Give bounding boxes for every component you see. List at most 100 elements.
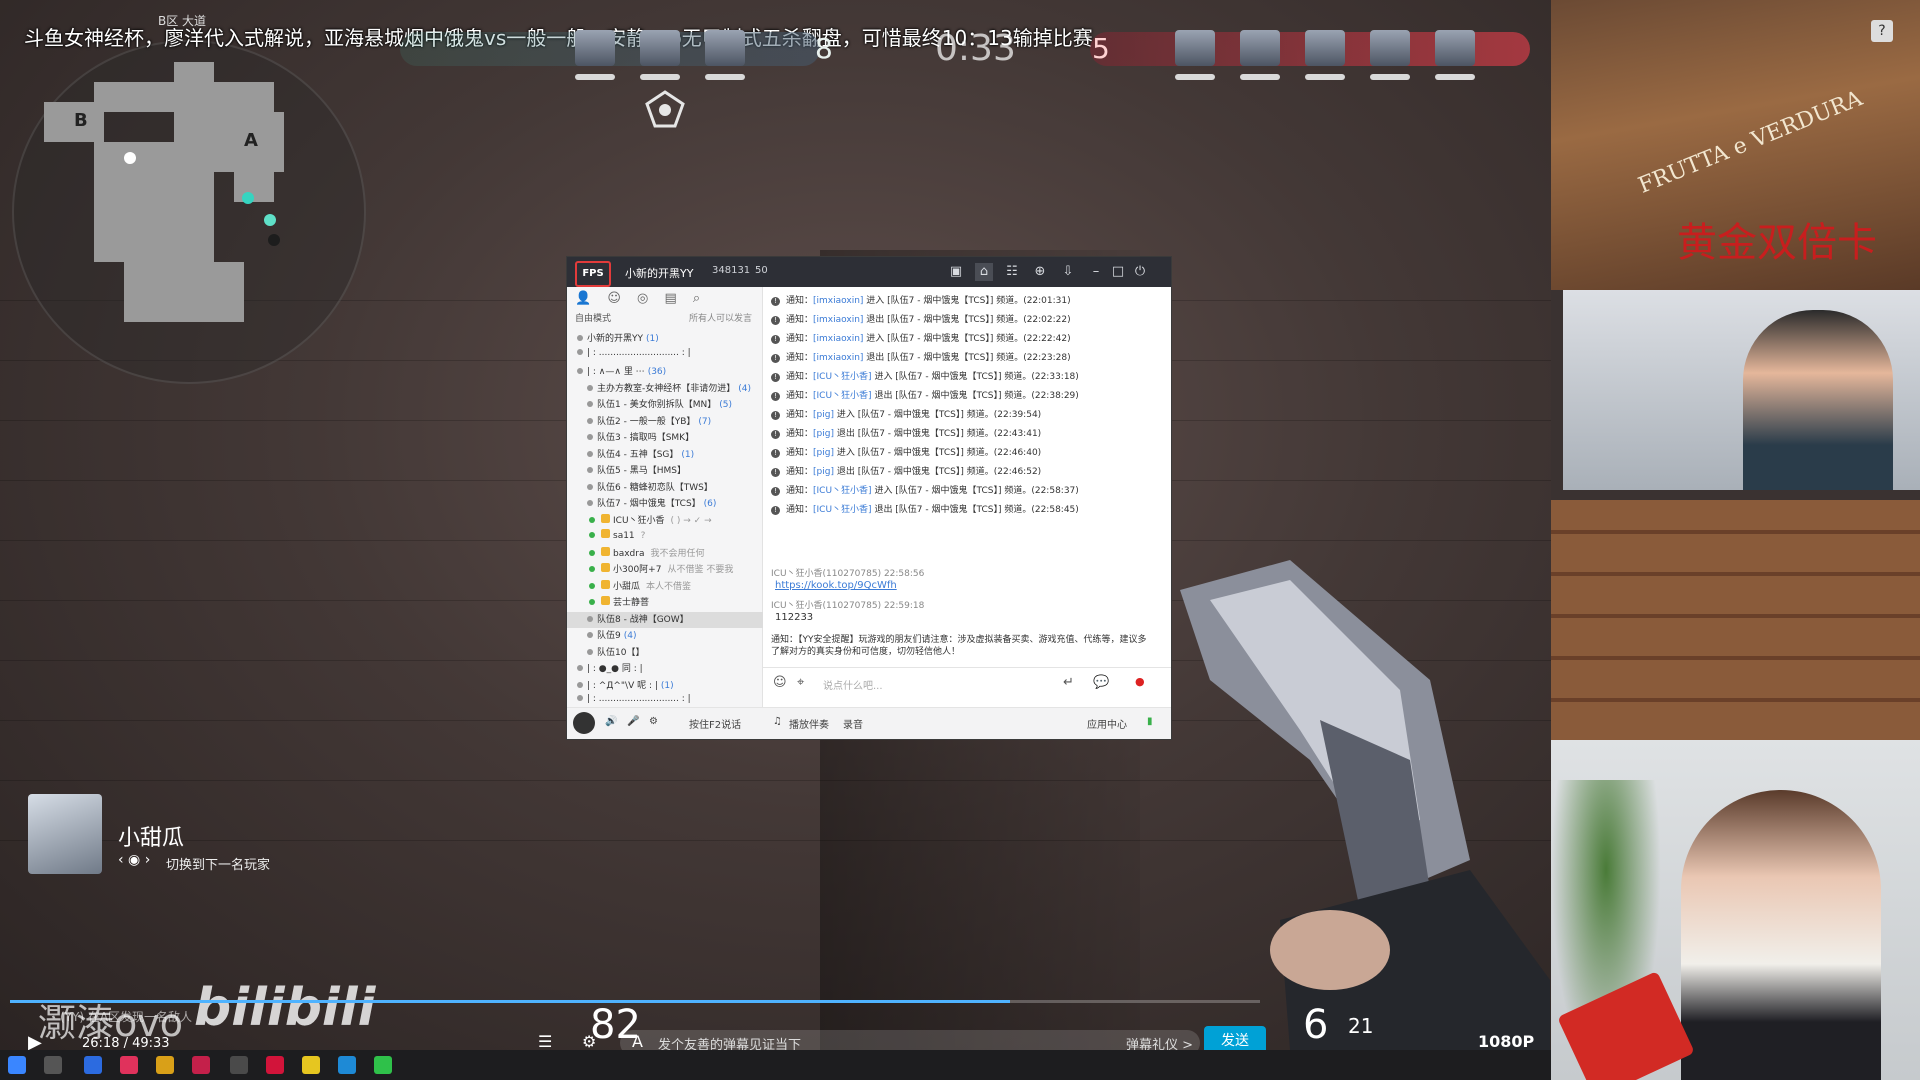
channel-tree-item[interactable]: 队伍8 - 战神【GOW】 bbox=[567, 611, 782, 628]
notice-user[interactable]: [imxiaoxin] bbox=[813, 296, 863, 306]
start-icon[interactable] bbox=[8, 1056, 26, 1074]
minimize-icon[interactable]: – bbox=[1087, 263, 1105, 281]
audio-settings-icon[interactable]: ⚙ bbox=[649, 716, 658, 727]
channel-tree-item[interactable]: 队伍7 - 烟中饿鬼【TCS】 (6) bbox=[567, 496, 782, 512]
speaker-icon[interactable]: 🔊 bbox=[605, 716, 617, 727]
app-icon[interactable] bbox=[302, 1056, 320, 1074]
notice-text: 退出 [队伍7 - 烟中饿鬼【TCS】] 频道。(22:23:28) bbox=[863, 353, 1071, 363]
chat-bubble-icon[interactable]: 💬 bbox=[1093, 675, 1109, 690]
round-timer: 0:33 bbox=[935, 28, 1016, 69]
play-icon[interactable]: ▶ bbox=[28, 1032, 42, 1050]
app-center-button[interactable]: 应用中心 bbox=[1087, 716, 1127, 731]
channel-tree-item[interactable]: | : ^Д^"\V 呢 : | (1) bbox=[567, 678, 772, 694]
notice-user[interactable]: [ICU丶狂小香] bbox=[813, 486, 872, 496]
agent-health-bar bbox=[575, 74, 615, 80]
play-accompaniment-button[interactable]: 播放伴奏 bbox=[789, 716, 829, 731]
screenshot-icon[interactable]: ⌖ bbox=[797, 675, 804, 690]
danmaku-settings-icon[interactable]: ⚙ bbox=[582, 1032, 596, 1050]
danmaku-etiquette-link[interactable]: 弹幕礼仪 > bbox=[1126, 1034, 1193, 1050]
notice-user[interactable]: [pig] bbox=[813, 448, 834, 458]
search-icon[interactable] bbox=[44, 1056, 62, 1074]
channel-tree-item[interactable]: | : ∧—∧ 里 ⋯ (36) bbox=[567, 364, 772, 380]
music-icon[interactable]: ♫ bbox=[773, 716, 782, 727]
channel-tree-item[interactable]: 主办方教室-女神经杯【非请勿进】 (4) bbox=[567, 381, 782, 397]
channel-tree-item[interactable]: 队伍5 - 黑马【HMS】 bbox=[567, 463, 782, 479]
user-avatar[interactable] bbox=[573, 712, 595, 734]
channel-tree-item[interactable]: 队伍6 - 糖蜂初恋队【TWS】 bbox=[567, 480, 782, 496]
danmaku-toggle-icon[interactable]: ☰ bbox=[538, 1032, 552, 1050]
microphone-icon[interactable]: 🎤 bbox=[627, 716, 639, 727]
channel-tree-item[interactable]: 队伍4 - 五神【SG】 (1) bbox=[567, 447, 782, 463]
channel-tree-panel: 👤 ☺ ◎ ▤ ⌕ 自由模式 所有人可以发言 小新的开黑YY (1) | : ...… bbox=[567, 287, 782, 707]
browser-icon[interactable] bbox=[338, 1056, 356, 1074]
role-badge-icon bbox=[601, 579, 610, 589]
notice-user[interactable]: [pig] bbox=[813, 410, 834, 420]
app-icon[interactable] bbox=[374, 1056, 392, 1074]
chat-input-bar[interactable]: ☺ ⌖ 说点什么吧... ↵ 💬 ● bbox=[763, 667, 1171, 698]
shop-sign: FRUTTA e VERDURA bbox=[1635, 86, 1866, 199]
channel-member[interactable]: ICU丶狂小香 ( ) → ✓ → bbox=[567, 513, 784, 529]
ally-marker bbox=[242, 192, 254, 204]
notice-text: 退出 [队伍7 - 烟中饿鬼【TCS】] 频道。(22:43:41) bbox=[833, 429, 1042, 439]
send-danmaku-button[interactable]: 发送 bbox=[1204, 1026, 1266, 1050]
notification-message: ! 通知：[imxiaoxin] 进入 [队伍7 - 烟中饿鬼【TCS】] 频道。… bbox=[771, 293, 1161, 306]
channel-tree-item[interactable]: 小新的开黑YY (1) bbox=[567, 331, 772, 347]
notice-user[interactable]: [imxiaoxin] bbox=[813, 315, 863, 325]
app-icon[interactable] bbox=[120, 1056, 138, 1074]
channel-member[interactable]: 芸士静菩 bbox=[567, 595, 784, 611]
chat-message-link[interactable]: https://kook.top/9QcWfh bbox=[775, 580, 897, 591]
send-icon[interactable]: ↵ bbox=[1063, 675, 1074, 690]
speak-mode[interactable]: 自由模式 bbox=[575, 311, 611, 324]
channel-tree-item[interactable]: 队伍1 - 美女你别拆队【MN】 (5) bbox=[567, 397, 782, 413]
notice-user[interactable]: [pig] bbox=[813, 429, 834, 439]
channel-tree-item[interactable]: | : ............................ : | bbox=[567, 348, 772, 364]
channel-icon bbox=[587, 648, 593, 655]
notice-user[interactable]: [ICU丶狂小香] bbox=[813, 372, 872, 382]
spectating-panel: 小甜瓜 ‹ ◉ › 切换到下一名玩家 bbox=[28, 794, 328, 874]
chat-message-header: ICU丶狂小香(110270785) 22:58:56 bbox=[771, 569, 925, 579]
channel-member[interactable]: 小甜瓜 本人不借鉴 bbox=[567, 579, 784, 595]
channel-tree-item[interactable]: 队伍9 (4) bbox=[567, 628, 782, 644]
member-count: (1) bbox=[681, 449, 695, 460]
tree-toolbar[interactable]: 👤 ☺ ◎ ▤ ⌕ bbox=[575, 291, 706, 306]
maximize-icon[interactable]: □ bbox=[1109, 263, 1127, 281]
channel-icon bbox=[587, 450, 593, 457]
close-icon[interactable]: ⏻ bbox=[1131, 263, 1149, 281]
notice-user[interactable]: [ICU丶狂小香] bbox=[813, 505, 872, 515]
record-button[interactable]: 录音 bbox=[843, 716, 863, 731]
quality-selector[interactable]: 1080P 60 bbox=[1478, 1032, 1551, 1050]
channel-tree-item[interactable]: 队伍2 - 一般一般【YB】 (7) bbox=[567, 414, 782, 430]
app-icon[interactable] bbox=[192, 1056, 210, 1074]
record-icon[interactable]: ● bbox=[1135, 675, 1145, 688]
push-to-talk-button[interactable]: 按住F2说话 bbox=[689, 716, 741, 731]
channel-member[interactable]: baxdra 我不会用任何 bbox=[567, 546, 784, 562]
list-icon[interactable]: ☷ bbox=[1003, 263, 1021, 281]
gamepad-icon[interactable]: ⊕ bbox=[1031, 263, 1049, 281]
notice-user[interactable]: [ICU丶狂小香] bbox=[813, 391, 872, 401]
app-icon[interactable] bbox=[266, 1056, 284, 1074]
danmaku-style-icon[interactable]: A bbox=[632, 1032, 643, 1050]
switch-player-arrows-icon[interactable]: ‹ ◉ › bbox=[118, 852, 150, 868]
app-icon[interactable] bbox=[84, 1056, 102, 1074]
channel-member[interactable]: sa11? bbox=[567, 529, 784, 545]
app-icon[interactable] bbox=[230, 1056, 248, 1074]
download-icon[interactable]: ⇩ bbox=[1059, 263, 1077, 281]
channel-tree-item[interactable]: | : ●_● 同 : | bbox=[567, 661, 772, 677]
tree-item-label: | : ●_● 同 : | bbox=[587, 664, 643, 674]
notice-user[interactable]: [imxiaoxin] bbox=[813, 334, 863, 344]
online-status-icon bbox=[589, 582, 595, 589]
role-badge-icon bbox=[601, 596, 610, 605]
emoji-icon[interactable]: ☺ bbox=[773, 675, 787, 690]
notification-message: ! 通知：[ICU丶狂小香] 退出 [队伍7 - 烟中饿鬼【TCS】] 频道。(2… bbox=[771, 502, 1161, 515]
video-icon[interactable]: ▣ bbox=[947, 263, 965, 281]
notice-user[interactable]: [pig] bbox=[813, 467, 834, 477]
notice-user[interactable]: [imxiaoxin] bbox=[813, 353, 863, 363]
tree-item-label: 队伍4 - 五神【SG】 bbox=[597, 449, 679, 460]
app-icon[interactable] bbox=[156, 1056, 174, 1074]
help-icon[interactable]: ? bbox=[1871, 20, 1893, 42]
channel-tree-item[interactable]: 队伍10【】 bbox=[567, 645, 782, 661]
channel-member[interactable]: 小300阿+7 从不借鉴 不要我 bbox=[567, 562, 784, 578]
home-icon[interactable]: ⌂ bbox=[975, 263, 993, 281]
channel-tree-item[interactable]: 队伍3 - 搞取吗【SMK】 bbox=[567, 430, 782, 446]
info-icon: ! bbox=[771, 487, 780, 496]
